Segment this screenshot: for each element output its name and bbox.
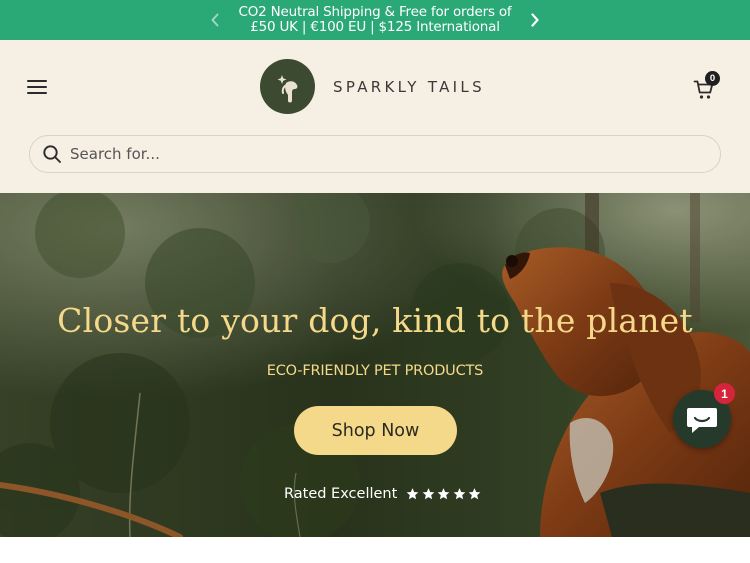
hamburger-menu-icon [27, 80, 47, 82]
star-icon [422, 488, 435, 500]
hero-title: Closer to your dog, kind to the planet [57, 301, 693, 340]
hero-subtitle: ECO-FRIENDLY PET PRODUCTS [266, 363, 484, 379]
chat-notification-badge: 1 [714, 383, 735, 404]
chat-bubble-icon [687, 408, 717, 433]
site-header: SPARKLY TAILS 0 [0, 40, 750, 193]
shop-now-button[interactable]: Shop Now [294, 406, 457, 455]
hero-banner: Closer to your dog, kind to the planet E… [0, 193, 750, 537]
search-icon [43, 145, 61, 163]
logo-dog-icon [260, 59, 315, 114]
star-icon [406, 488, 419, 500]
hamburger-line [27, 92, 47, 94]
search-bar[interactable] [29, 135, 721, 173]
announcement-next-button[interactable] [524, 9, 546, 31]
announcement-text: CO2 Neutral Shipping & Free for orders o… [238, 4, 512, 35]
site-logo[interactable]: SPARKLY TAILS [260, 59, 485, 114]
hamburger-line [27, 86, 47, 88]
logo-text: SPARKLY TAILS [333, 77, 485, 96]
star-icon [437, 488, 450, 500]
menu-button[interactable] [27, 78, 49, 96]
rating-summary: Rated Excellent [284, 486, 483, 502]
chevron-left-icon [211, 13, 219, 27]
star-icon [468, 488, 481, 500]
page-content-start [0, 537, 750, 563]
star-icon [453, 488, 466, 500]
rating-stars [405, 487, 483, 501]
search-input[interactable] [70, 145, 670, 163]
chevron-right-icon [531, 13, 539, 27]
cart-count-badge: 0 [705, 71, 720, 86]
cart-button[interactable]: 0 [692, 71, 722, 102]
announcement-prev-button[interactable] [204, 9, 226, 31]
rating-label: Rated Excellent [284, 486, 398, 502]
announcement-bar: CO2 Neutral Shipping & Free for orders o… [0, 0, 750, 40]
